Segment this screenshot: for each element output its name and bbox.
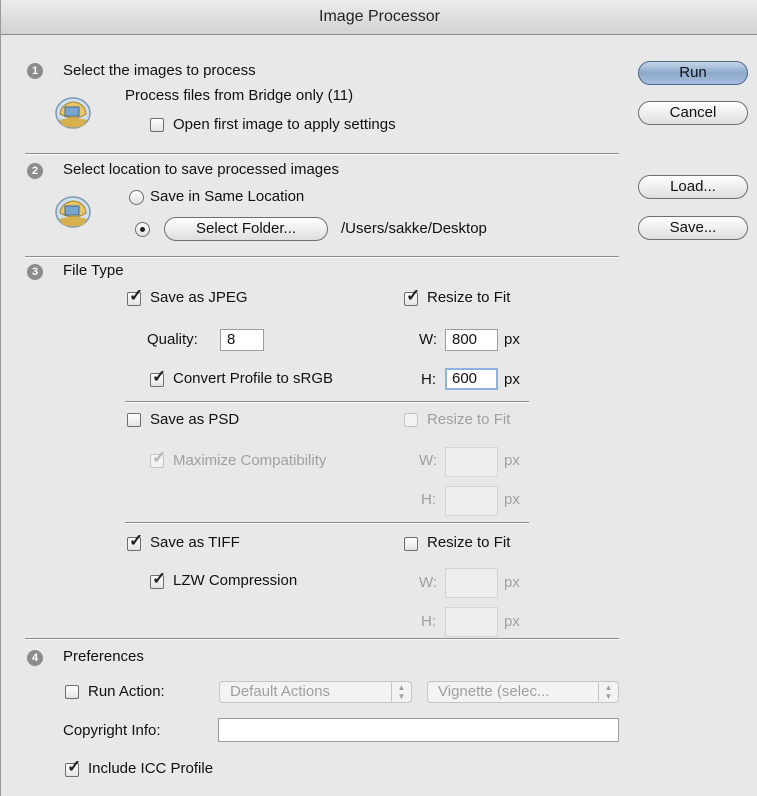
save-settings-button[interactable]: Save... bbox=[638, 216, 748, 240]
tiff-height-unit: px bbox=[504, 613, 520, 630]
select-folder-radio[interactable] bbox=[135, 222, 150, 237]
tiff-height-input[interactable] bbox=[445, 607, 498, 637]
section3-heading: File Type bbox=[63, 262, 124, 279]
step-number-2: 2 bbox=[27, 163, 43, 179]
save-as-psd-label: Save as PSD bbox=[150, 411, 240, 428]
jpeg-resize-to-fit-label: Resize to Fit bbox=[427, 289, 511, 306]
save-same-location-label: Save in Same Location bbox=[150, 188, 305, 205]
jpeg-quality-input[interactable]: 8 bbox=[220, 329, 264, 351]
divider bbox=[25, 638, 619, 640]
checkmark-icon: ✓ bbox=[152, 569, 167, 588]
open-first-image-label: Open first image to apply settings bbox=[173, 116, 396, 133]
action-value: Vignette (selec... bbox=[438, 683, 550, 700]
save-as-psd-checkbox[interactable] bbox=[127, 413, 141, 427]
maximize-compatibility-label: Maximize Compatibility bbox=[173, 452, 327, 469]
tiff-width-input[interactable] bbox=[445, 568, 498, 598]
run-action-checkbox[interactable] bbox=[65, 685, 79, 699]
action-set-select[interactable]: Default Actions ▲ ▼ bbox=[219, 681, 412, 703]
load-button[interactable]: Load... bbox=[638, 175, 748, 199]
bridge-folder-icon bbox=[55, 97, 91, 129]
section2-heading: Select location to save processed images bbox=[63, 161, 339, 178]
tiff-resize-to-fit-checkbox[interactable] bbox=[404, 537, 418, 551]
window-title: Image Processor bbox=[1, 0, 757, 35]
cancel-button[interactable]: Cancel bbox=[638, 101, 748, 125]
step-number-3: 3 bbox=[27, 264, 43, 280]
checkmark-icon: ✓ bbox=[129, 531, 144, 550]
checkmark-icon: ✓ bbox=[152, 448, 167, 467]
section4-heading: Preferences bbox=[63, 648, 144, 665]
updown-arrows-icon: ▲ ▼ bbox=[391, 682, 411, 702]
psd-width-label: W: bbox=[419, 452, 438, 469]
jpeg-height-label: H: bbox=[421, 371, 436, 388]
jpeg-width-unit: px bbox=[504, 331, 520, 348]
tiff-width-label: W: bbox=[419, 574, 438, 591]
step-number-4: 4 bbox=[27, 650, 43, 666]
save-same-location-radio[interactable] bbox=[129, 190, 144, 205]
copyright-info-label: Copyright Info: bbox=[63, 722, 161, 739]
action-select[interactable]: Vignette (selec... ▲ ▼ bbox=[427, 681, 619, 703]
jpeg-height-input[interactable]: 600 bbox=[445, 368, 498, 390]
psd-width-input[interactable] bbox=[445, 447, 498, 477]
include-icc-profile-checkbox[interactable]: ✓ bbox=[65, 758, 81, 777]
jpeg-width-input[interactable]: 800 bbox=[445, 329, 498, 351]
save-as-jpeg-label: Save as JPEG bbox=[150, 289, 248, 306]
psd-resize-to-fit-label: Resize to Fit bbox=[427, 411, 511, 428]
lzw-compression-label: LZW Compression bbox=[173, 572, 298, 589]
bridge-source-text: Process files from Bridge only (11) bbox=[125, 87, 354, 104]
checkmark-icon: ✓ bbox=[67, 757, 82, 776]
psd-height-unit: px bbox=[504, 491, 520, 508]
destination-folder-path: /Users/sakke/Desktop bbox=[341, 220, 487, 237]
save-as-tiff-label: Save as TIFF bbox=[150, 534, 240, 551]
divider bbox=[25, 153, 619, 155]
copyright-info-input[interactable] bbox=[218, 718, 619, 742]
tiff-height-label: H: bbox=[421, 613, 436, 630]
convert-srgb-label: Convert Profile to sRGB bbox=[173, 370, 334, 387]
psd-width-unit: px bbox=[504, 452, 520, 469]
psd-resize-to-fit-checkbox[interactable] bbox=[404, 413, 418, 427]
image-processor-dialog: Image Processor 1 Select the images to p… bbox=[0, 0, 757, 796]
convert-srgb-checkbox[interactable]: ✓ bbox=[150, 368, 166, 387]
divider bbox=[25, 256, 619, 258]
checkmark-icon: ✓ bbox=[129, 286, 144, 305]
section1-heading: Select the images to process bbox=[63, 62, 256, 79]
psd-height-input[interactable] bbox=[445, 486, 498, 516]
bridge-folder-icon bbox=[55, 196, 91, 228]
jpeg-width-label: W: bbox=[419, 331, 438, 348]
jpeg-height-unit: px bbox=[504, 371, 520, 388]
psd-height-label: H: bbox=[421, 491, 436, 508]
checkmark-icon: ✓ bbox=[152, 367, 167, 386]
run-action-label: Run Action: bbox=[88, 683, 165, 700]
select-folder-button[interactable]: Select Folder... bbox=[164, 217, 328, 241]
open-first-image-checkbox[interactable] bbox=[150, 118, 164, 132]
include-icc-profile-label: Include ICC Profile bbox=[88, 760, 214, 777]
jpeg-quality-label: Quality: bbox=[147, 331, 198, 348]
step-number-1: 1 bbox=[27, 63, 43, 79]
run-button[interactable]: Run bbox=[638, 61, 748, 85]
save-as-tiff-checkbox[interactable]: ✓ bbox=[127, 532, 143, 551]
checkmark-icon: ✓ bbox=[406, 286, 421, 305]
tiff-resize-to-fit-label: Resize to Fit bbox=[427, 534, 511, 551]
maximize-compatibility-checkbox[interactable]: ✓ bbox=[150, 449, 166, 468]
save-as-jpeg-checkbox[interactable]: ✓ bbox=[127, 287, 143, 306]
divider bbox=[125, 522, 529, 524]
lzw-compression-checkbox[interactable]: ✓ bbox=[150, 570, 166, 589]
action-set-value: Default Actions bbox=[230, 683, 331, 700]
jpeg-resize-to-fit-checkbox[interactable]: ✓ bbox=[404, 287, 420, 306]
divider bbox=[125, 401, 529, 403]
tiff-width-unit: px bbox=[504, 574, 520, 591]
updown-arrows-icon: ▲ ▼ bbox=[598, 682, 618, 702]
